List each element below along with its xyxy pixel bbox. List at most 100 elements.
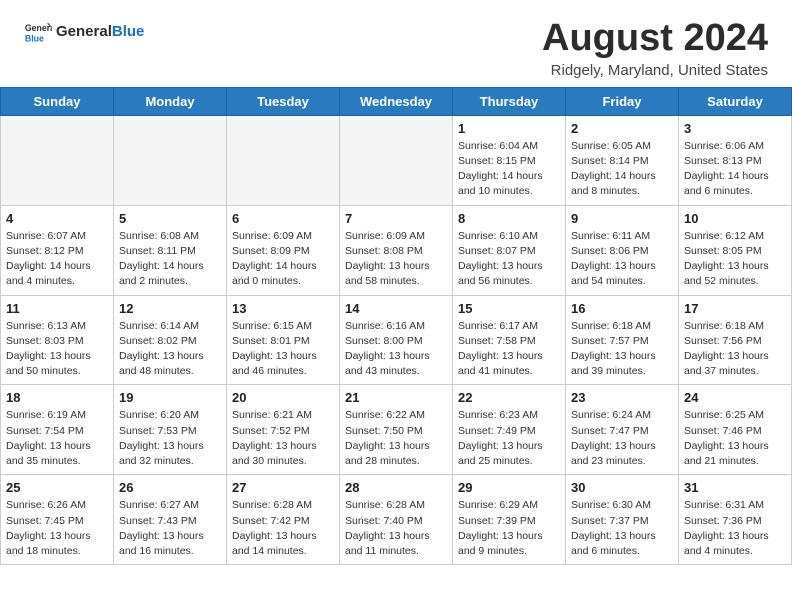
day-number: 19: [119, 390, 221, 405]
day-info: Sunrise: 6:12 AMSunset: 8:05 PMDaylight:…: [684, 229, 786, 290]
svg-text:Blue: Blue: [25, 34, 44, 44]
day-number: 29: [458, 480, 560, 495]
calendar-cell: 16 Sunrise: 6:18 AMSunset: 7:57 PMDayligh…: [566, 295, 679, 385]
day-info: Sunrise: 6:08 AMSunset: 8:11 PMDaylight:…: [119, 229, 221, 290]
day-info: Sunrise: 6:18 AMSunset: 7:57 PMDaylight:…: [571, 319, 673, 380]
day-number: 2: [571, 121, 673, 136]
day-number: 16: [571, 301, 673, 316]
calendar-week-2: 4 Sunrise: 6:07 AMSunset: 8:12 PMDaylight…: [1, 205, 792, 295]
day-info: Sunrise: 6:31 AMSunset: 7:36 PMDaylight:…: [684, 498, 786, 559]
day-number: 12: [119, 301, 221, 316]
day-info: Sunrise: 6:13 AMSunset: 8:03 PMDaylight:…: [6, 319, 108, 380]
month-title: August 2024: [542, 18, 768, 60]
calendar-cell: 13 Sunrise: 6:15 AMSunset: 8:01 PMDayligh…: [227, 295, 340, 385]
calendar-cell: 25Sunrise: 6:26 AMSunset: 7:45 PMDayligh…: [1, 475, 114, 565]
day-info: Sunrise: 6:28 AMSunset: 7:42 PMDaylight:…: [232, 498, 334, 559]
calendar-cell: 4 Sunrise: 6:07 AMSunset: 8:12 PMDaylight…: [1, 205, 114, 295]
day-number: 11: [6, 301, 108, 316]
day-number: 15: [458, 301, 560, 316]
day-number: 5: [119, 211, 221, 226]
day-number: 4: [6, 211, 108, 226]
weekday-header-sunday: Sunday: [1, 87, 114, 115]
day-info: Sunrise: 6:19 AMSunset: 7:54 PMDaylight:…: [6, 408, 108, 469]
weekday-header-saturday: Saturday: [679, 87, 792, 115]
day-info: Sunrise: 6:11 AMSunset: 8:06 PMDaylight:…: [571, 229, 673, 290]
day-info: Sunrise: 6:17 AMSunset: 7:58 PMDaylight:…: [458, 319, 560, 380]
calendar-cell: 10 Sunrise: 6:12 AMSunset: 8:05 PMDayligh…: [679, 205, 792, 295]
day-info: Sunrise: 6:27 AMSunset: 7:43 PMDaylight:…: [119, 498, 221, 559]
day-number: 24: [684, 390, 786, 405]
day-number: 26: [119, 480, 221, 495]
calendar-cell: [1, 115, 114, 205]
calendar-table: SundayMondayTuesdayWednesdayThursdayFrid…: [0, 87, 792, 565]
subtitle: Ridgely, Maryland, United States: [542, 62, 768, 79]
day-number: 27: [232, 480, 334, 495]
day-info: Sunrise: 6:23 AMSunset: 7:49 PMDaylight:…: [458, 408, 560, 469]
day-number: 21: [345, 390, 447, 405]
weekday-header-monday: Monday: [114, 87, 227, 115]
svg-text:General: General: [25, 23, 52, 33]
day-info: Sunrise: 6:14 AMSunset: 8:02 PMDaylight:…: [119, 319, 221, 380]
day-number: 3: [684, 121, 786, 136]
calendar-cell: 22 Sunrise: 6:23 AMSunset: 7:49 PMDayligh…: [453, 385, 566, 475]
day-number: 13: [232, 301, 334, 316]
day-number: 8: [458, 211, 560, 226]
calendar-cell: 9 Sunrise: 6:11 AMSunset: 8:06 PMDaylight…: [566, 205, 679, 295]
calendar-cell: 28Sunrise: 6:28 AMSunset: 7:40 PMDayligh…: [340, 475, 453, 565]
day-info: Sunrise: 6:24 AMSunset: 7:47 PMDaylight:…: [571, 408, 673, 469]
calendar-cell: 26 Sunrise: 6:27 AMSunset: 7:43 PMDayligh…: [114, 475, 227, 565]
calendar-cell: 8Sunrise: 6:10 AMSunset: 8:07 PMDaylight…: [453, 205, 566, 295]
day-number: 10: [684, 211, 786, 226]
calendar-cell: 18Sunrise: 6:19 AMSunset: 7:54 PMDayligh…: [1, 385, 114, 475]
calendar-cell: 27 Sunrise: 6:28 AMSunset: 7:42 PMDayligh…: [227, 475, 340, 565]
day-info: Sunrise: 6:09 AMSunset: 8:09 PMDaylight:…: [232, 229, 334, 290]
calendar-cell: 19 Sunrise: 6:20 AMSunset: 7:53 PMDayligh…: [114, 385, 227, 475]
day-info: Sunrise: 6:09 AMSunset: 8:08 PMDaylight:…: [345, 229, 447, 290]
calendar-cell: 20Sunrise: 6:21 AMSunset: 7:52 PMDayligh…: [227, 385, 340, 475]
day-number: 9: [571, 211, 673, 226]
logo: General Blue GeneralBlue: [24, 18, 144, 46]
day-info: Sunrise: 6:18 AMSunset: 7:56 PMDaylight:…: [684, 319, 786, 380]
day-info: Sunrise: 6:07 AMSunset: 8:12 PMDaylight:…: [6, 229, 108, 290]
page-header: General Blue GeneralBlue August 2024 Rid…: [0, 0, 792, 87]
calendar-week-3: 11 Sunrise: 6:13 AMSunset: 8:03 PMDayligh…: [1, 295, 792, 385]
day-info: Sunrise: 6:20 AMSunset: 7:53 PMDaylight:…: [119, 408, 221, 469]
day-number: 14: [345, 301, 447, 316]
calendar-cell: 3 Sunrise: 6:06 AMSunset: 8:13 PMDaylight…: [679, 115, 792, 205]
calendar-cell: 11 Sunrise: 6:13 AMSunset: 8:03 PMDayligh…: [1, 295, 114, 385]
logo-general-text: General: [56, 23, 112, 40]
calendar-cell: 24Sunrise: 6:25 AMSunset: 7:46 PMDayligh…: [679, 385, 792, 475]
calendar-week-4: 18Sunrise: 6:19 AMSunset: 7:54 PMDayligh…: [1, 385, 792, 475]
calendar-cell: 6Sunrise: 6:09 AMSunset: 8:09 PMDaylight…: [227, 205, 340, 295]
day-info: Sunrise: 6:06 AMSunset: 8:13 PMDaylight:…: [684, 139, 786, 200]
day-number: 23: [571, 390, 673, 405]
calendar-cell: 29Sunrise: 6:29 AMSunset: 7:39 PMDayligh…: [453, 475, 566, 565]
day-info: Sunrise: 6:26 AMSunset: 7:45 PMDaylight:…: [6, 498, 108, 559]
calendar-cell: 23 Sunrise: 6:24 AMSunset: 7:47 PMDayligh…: [566, 385, 679, 475]
calendar-cell: 14Sunrise: 6:16 AMSunset: 8:00 PMDayligh…: [340, 295, 453, 385]
weekday-header-thursday: Thursday: [453, 87, 566, 115]
calendar-cell: 30Sunrise: 6:30 AMSunset: 7:37 PMDayligh…: [566, 475, 679, 565]
day-number: 28: [345, 480, 447, 495]
calendar-week-1: 1Sunrise: 6:04 AMSunset: 8:15 PMDaylight…: [1, 115, 792, 205]
day-number: 31: [684, 480, 786, 495]
calendar-cell: [114, 115, 227, 205]
weekday-header-tuesday: Tuesday: [227, 87, 340, 115]
calendar-cell: 5 Sunrise: 6:08 AMSunset: 8:11 PMDaylight…: [114, 205, 227, 295]
calendar-cell: 15 Sunrise: 6:17 AMSunset: 7:58 PMDayligh…: [453, 295, 566, 385]
calendar-cell: 1Sunrise: 6:04 AMSunset: 8:15 PMDaylight…: [453, 115, 566, 205]
weekday-header-row: SundayMondayTuesdayWednesdayThursdayFrid…: [1, 87, 792, 115]
calendar-cell: 31 Sunrise: 6:31 AMSunset: 7:36 PMDayligh…: [679, 475, 792, 565]
calendar-cell: 2Sunrise: 6:05 AMSunset: 8:14 PMDaylight…: [566, 115, 679, 205]
logo-blue-text: Blue: [112, 23, 145, 40]
day-info: Sunrise: 6:15 AMSunset: 8:01 PMDaylight:…: [232, 319, 334, 380]
day-number: 17: [684, 301, 786, 316]
day-number: 20: [232, 390, 334, 405]
day-number: 7: [345, 211, 447, 226]
day-info: Sunrise: 6:30 AMSunset: 7:37 PMDaylight:…: [571, 498, 673, 559]
calendar-body: 1Sunrise: 6:04 AMSunset: 8:15 PMDaylight…: [1, 115, 792, 564]
title-area: August 2024 Ridgely, Maryland, United St…: [542, 18, 768, 79]
day-number: 22: [458, 390, 560, 405]
calendar-cell: 12 Sunrise: 6:14 AMSunset: 8:02 PMDayligh…: [114, 295, 227, 385]
calendar-week-5: 25Sunrise: 6:26 AMSunset: 7:45 PMDayligh…: [1, 475, 792, 565]
